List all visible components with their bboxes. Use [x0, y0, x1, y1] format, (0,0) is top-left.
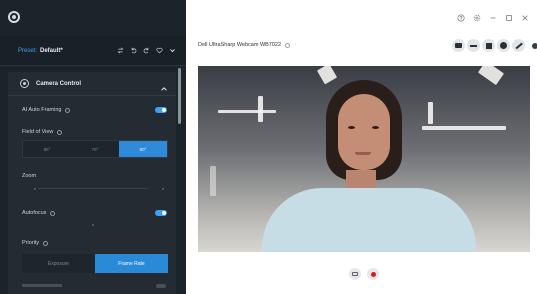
person-shirt: [262, 188, 476, 252]
fov-option-90[interactable]: 90°: [119, 141, 167, 157]
person-eye: [372, 126, 379, 129]
chevron-down-icon[interactable]: [169, 47, 176, 54]
preset-bar: Preset: Default*: [0, 36, 186, 66]
priority-option-exposure[interactable]: Exposure: [22, 254, 95, 273]
ceiling-light: [218, 110, 276, 113]
person-eye: [348, 126, 355, 129]
ai-auto-framing-row: AI Auto Framing: [22, 107, 71, 113]
info-icon[interactable]: [57, 129, 63, 135]
recording-controls: [349, 268, 379, 280]
undo-icon[interactable]: [130, 47, 137, 54]
zoom-max-marker: [162, 188, 164, 190]
autofocus-toggle[interactable]: [155, 210, 167, 216]
more-icon[interactable]: [532, 42, 537, 49]
focus-marker: [92, 224, 94, 226]
autofocus-row: Autofocus: [22, 210, 56, 216]
next-setting-row: [22, 284, 168, 292]
device-name: Dell UltraSharp Webcam WB7022: [198, 42, 282, 48]
preset-actions: [117, 47, 176, 54]
minimize-icon[interactable]: [489, 14, 497, 22]
open-folder-icon[interactable]: [349, 268, 361, 280]
video-icon[interactable]: [482, 39, 495, 52]
info-icon[interactable]: [43, 240, 49, 246]
ai-auto-framing-label: AI Auto Framing: [22, 107, 62, 113]
field-of-view-row: Field of View: [22, 129, 63, 135]
zoom-row: Zoom: [22, 173, 36, 179]
priority-row: Priority: [22, 240, 49, 246]
camera-control-title: Camera Control: [36, 80, 82, 87]
device-title-row: Dell UltraSharp Webcam WB7022: [198, 42, 291, 48]
priority-label: Priority: [22, 240, 40, 246]
field-of-view-label: Field of View: [22, 129, 54, 135]
autofocus-label: Autofocus: [22, 210, 47, 216]
maximize-icon[interactable]: [505, 14, 513, 22]
info-icon[interactable]: [285, 42, 291, 48]
microphone-icon[interactable]: [467, 39, 480, 52]
office-light: [210, 166, 216, 196]
info-icon[interactable]: [65, 107, 71, 113]
ceiling-light: [428, 102, 433, 124]
preset-label: Preset:: [18, 47, 38, 54]
next-setting-label: [22, 284, 62, 287]
priority-selector: Exposure Frame Rate: [22, 254, 168, 273]
pen-icon[interactable]: [512, 39, 525, 52]
favorite-icon[interactable]: [156, 47, 163, 54]
preset-value[interactable]: Default*: [40, 48, 63, 54]
main-area: Dell UltraSharp Webcam WB7022: [186, 0, 537, 294]
person-mouth: [355, 152, 371, 155]
person-face: [338, 94, 390, 170]
close-icon[interactable]: [521, 14, 529, 22]
camera-control-header[interactable]: Camera Control: [8, 72, 176, 96]
sidebar-scrollbar[interactable]: [178, 68, 181, 124]
ai-auto-framing-toggle[interactable]: [155, 107, 167, 113]
redo-icon[interactable]: [143, 47, 150, 54]
next-setting-toggle[interactable]: [156, 284, 166, 288]
camera-control-panel: Camera Control AI Auto Framing Field of …: [8, 72, 176, 294]
ceiling-light: [258, 96, 263, 122]
swap-icon[interactable]: [117, 47, 124, 54]
info-icon[interactable]: [50, 210, 56, 216]
window-controls: [457, 14, 529, 22]
ceiling-light: [422, 126, 506, 130]
preview-toolbar: [452, 39, 537, 52]
help-icon[interactable]: [457, 14, 465, 22]
effects-icon[interactable]: [497, 39, 510, 52]
zoom-label: Zoom: [22, 173, 37, 179]
zoom-slider[interactable]: [38, 188, 148, 189]
fov-option-65[interactable]: 65°: [23, 141, 71, 157]
field-of-view-selector: 65° 78° 90°: [22, 140, 168, 158]
camera-preview: [198, 66, 530, 252]
camera-control-icon: [20, 79, 29, 88]
record-icon[interactable]: [367, 268, 379, 280]
camera-icon[interactable]: [452, 39, 465, 52]
app-logo-icon: [8, 11, 20, 23]
priority-option-frame-rate[interactable]: Frame Rate: [95, 254, 168, 273]
sidebar: Preset: Default* Camera Control AI Auto …: [0, 0, 186, 294]
settings-icon[interactable]: [473, 14, 481, 22]
fov-option-78[interactable]: 78°: [71, 141, 119, 157]
zoom-min-marker: [34, 188, 36, 190]
chevron-up-icon[interactable]: [160, 80, 168, 91]
